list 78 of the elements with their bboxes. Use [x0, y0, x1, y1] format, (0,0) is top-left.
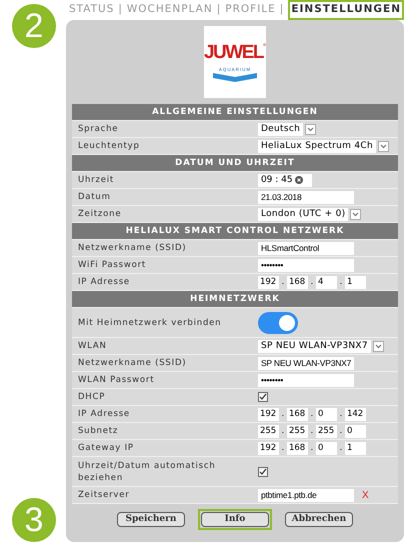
- ip-octet-field[interactable]: 4: [316, 276, 337, 288]
- ip-octet-field[interactable]: 192: [258, 442, 279, 454]
- section-header: HELIALUX SMART CONTROL NETZWERK: [72, 223, 398, 240]
- ip-octet-field[interactable]: 168: [286, 442, 308, 454]
- ip-separator: .: [310, 407, 314, 420]
- field-label: Uhrzeit: [76, 174, 116, 186]
- text-field[interactable]: ••••••••: [258, 258, 354, 272]
- select-field[interactable]: Deutsch: [258, 122, 304, 136]
- nav-tab[interactable]: EINSTELLUNGEN: [288, 0, 404, 20]
- select-field[interactable]: London (UTC + 0): [258, 208, 348, 220]
- step-badge: 2: [12, 4, 56, 48]
- section-header: DATUM UND UHRZEIT: [72, 155, 398, 172]
- time-field[interactable]: 09 : 45: [258, 174, 312, 186]
- field-label: Gateway IP: [76, 442, 135, 454]
- ip-separator: .: [310, 441, 314, 454]
- ip-separator: .: [338, 407, 344, 420]
- ip-separator: .: [280, 424, 286, 438]
- ip-separator: .: [338, 275, 344, 288]
- field-label: Sprache: [76, 123, 120, 135]
- field-label: Uhrzeit/Datum automatisch beziehen: [76, 460, 217, 484]
- ip-separator: .: [280, 407, 286, 420]
- ip-octet-field[interactable]: 192: [258, 408, 279, 420]
- caret-icon[interactable]: [350, 208, 362, 220]
- field-label: Subnetz: [76, 425, 120, 437]
- ip-separator: .: [280, 441, 286, 454]
- error-mark: X: [362, 488, 369, 502]
- field-label: WLAN Passwort: [76, 374, 156, 386]
- wave-icon: [212, 73, 257, 82]
- field-label: IP Adresse: [76, 276, 131, 288]
- nav-separator: |: [280, 2, 284, 18]
- field-label: Leuchtentyp: [76, 140, 141, 152]
- field-label: Netzwerkname (SSID): [76, 357, 188, 369]
- checkbox[interactable]: [258, 466, 268, 476]
- ip-octet-field[interactable]: 255: [258, 424, 279, 438]
- ip-octet-field[interactable]: 1: [344, 442, 366, 454]
- checkbox[interactable]: [258, 392, 268, 402]
- text-field[interactable]: ••••••••: [258, 374, 354, 386]
- ip-separator: .: [338, 441, 344, 454]
- section-header: ALLGEMEINE EINSTELLUNGEN: [72, 104, 398, 121]
- field-label: DHCP: [76, 391, 106, 403]
- caret-icon[interactable]: [372, 340, 384, 352]
- ip-octet-field[interactable]: 192: [258, 276, 279, 288]
- field-label: IP Adresse: [76, 408, 131, 420]
- ip-octet-field[interactable]: 255: [316, 424, 337, 438]
- text-field[interactable]: 21.03.2018: [258, 190, 354, 204]
- select-field[interactable]: SP NEU WLAN-VP3NX7: [258, 340, 371, 352]
- caret-icon[interactable]: [378, 140, 389, 152]
- section-header: HEIMNETZWERK: [72, 291, 398, 308]
- clear-icon[interactable]: [294, 176, 303, 184]
- ip-octet-field[interactable]: 1: [344, 276, 366, 288]
- ip-octet-field[interactable]: 0: [344, 424, 366, 438]
- ip-octet-field[interactable]: 0: [316, 442, 337, 454]
- ip-separator: .: [338, 424, 344, 438]
- ip-separator: .: [310, 275, 314, 288]
- caret-icon[interactable]: [305, 124, 316, 134]
- ip-octet-field[interactable]: 168: [286, 408, 308, 420]
- nav-separator: |: [216, 2, 222, 18]
- text-field[interactable]: SP NEU WLAN-VP3NX7: [258, 356, 354, 370]
- ip-octet-field[interactable]: 255: [286, 424, 308, 438]
- step-badge: 3: [12, 498, 56, 542]
- field-label: WiFi Passwort: [76, 259, 148, 271]
- action-button[interactable]: Info: [198, 509, 272, 530]
- field-label: Zeitserver: [76, 489, 131, 501]
- field-label: Datum: [76, 191, 112, 203]
- ip-octet-field[interactable]: 142: [344, 408, 366, 420]
- toggle-switch[interactable]: [258, 312, 298, 334]
- field-label: Zeitzone: [76, 208, 122, 220]
- nav-separator: |: [118, 2, 123, 18]
- text-field[interactable]: ptbtime1.ptb.de: [258, 488, 354, 502]
- ip-octet-field[interactable]: 168: [286, 276, 308, 288]
- field-label: Mit Heimnetzwerk verbinden: [76, 316, 222, 328]
- text-field[interactable]: HLSmartControl: [258, 242, 354, 254]
- ip-separator: .: [280, 275, 286, 288]
- field-label: WLAN: [76, 340, 108, 352]
- select-field[interactable]: HeliaLux Spectrum 4Ch: [258, 140, 376, 152]
- ip-separator: .: [310, 424, 314, 438]
- ip-octet-field[interactable]: 0: [316, 408, 337, 420]
- field-label: Netzwerkname (SSID): [76, 242, 188, 254]
